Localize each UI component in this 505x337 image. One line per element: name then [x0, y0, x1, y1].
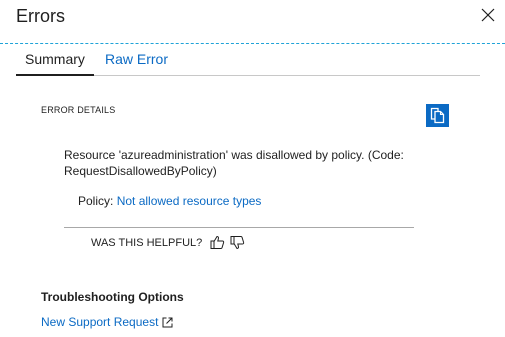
thumbs-up-icon	[210, 235, 225, 249]
close-icon	[481, 8, 495, 22]
policy-link[interactable]: Not allowed resource types	[117, 194, 262, 208]
tab-bar: Summary Raw Error	[16, 50, 480, 76]
feedback-question: WAS THIS HELPFUL?	[91, 236, 203, 249]
policy-row: Policy: Not allowed resource types	[78, 194, 261, 208]
feedback-divider	[64, 227, 414, 228]
header-divider	[0, 43, 505, 44]
feedback-row: WAS THIS HELPFUL?	[91, 235, 245, 250]
blade-header: Errors	[0, 0, 505, 44]
copy-button[interactable]	[426, 104, 449, 127]
error-details-label: ERROR DETAILS	[41, 105, 116, 115]
tab-raw-error[interactable]: Raw Error	[105, 51, 168, 67]
thumbs-down-icon	[230, 236, 245, 250]
copy-icon	[430, 107, 445, 124]
error-message: Resource 'azureadministration' was disal…	[64, 148, 404, 178]
troubleshooting-heading: Troubleshooting Options	[41, 290, 184, 304]
page-title: Errors	[16, 6, 65, 26]
new-support-request-link[interactable]: New Support Request	[41, 315, 173, 329]
policy-label: Policy:	[78, 194, 114, 208]
support-link-label: New Support Request	[41, 315, 159, 329]
external-link-icon	[162, 317, 173, 327]
tab-summary[interactable]: Summary	[16, 51, 94, 76]
thumbs-up-button[interactable]	[210, 235, 225, 250]
close-button[interactable]	[479, 6, 497, 24]
thumbs-down-button[interactable]	[230, 235, 245, 250]
